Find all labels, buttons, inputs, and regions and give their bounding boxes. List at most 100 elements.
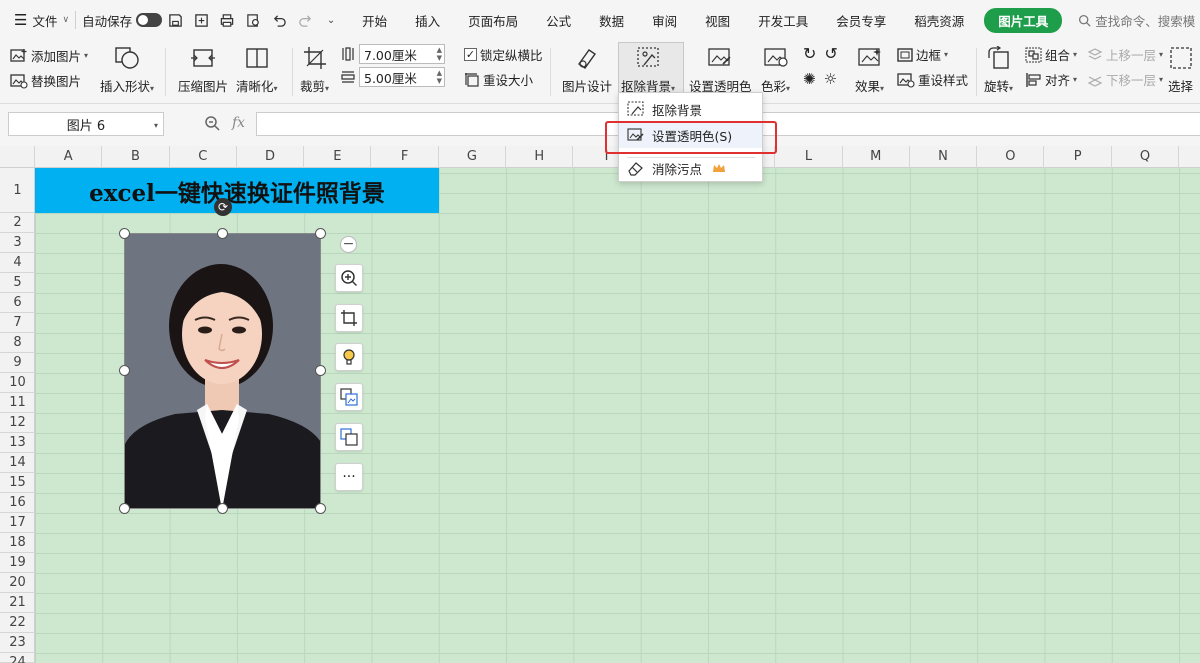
row-header-13[interactable]: 13 <box>0 433 35 453</box>
column-header-c[interactable]: C <box>170 146 237 168</box>
undo-button[interactable] <box>266 0 292 40</box>
row-header-19[interactable]: 19 <box>0 553 35 573</box>
tab-picture-tools[interactable]: 图片工具 <box>984 7 1063 33</box>
add-picture-button[interactable]: 添加图片 ▾ <box>10 46 88 65</box>
tab-developer[interactable]: 开发工具 <box>744 0 822 40</box>
row-header-11[interactable]: 11 <box>0 393 35 413</box>
insert-shape-button[interactable]: 插入形状▾ <box>100 44 154 95</box>
column-header-b[interactable]: B <box>102 146 170 168</box>
command-search[interactable]: 查找命令、搜索模 <box>1078 0 1195 40</box>
row-header-18[interactable]: 18 <box>0 533 35 553</box>
rotate-button[interactable]: 旋转▾ <box>984 44 1013 95</box>
sharpen-button[interactable]: 清晰化▾ <box>236 44 278 95</box>
border-button[interactable]: 边框 ▾ <box>897 45 948 64</box>
column-header-p[interactable]: P <box>1045 146 1112 168</box>
row-header-2[interactable]: 2 <box>0 213 35 233</box>
fx-icon[interactable]: fx <box>232 115 245 131</box>
set-transparent-button[interactable]: 设置透明色 <box>689 44 752 95</box>
tab-member[interactable]: 会员专享 <box>822 0 900 40</box>
tab-data[interactable]: 数据 <box>585 0 638 40</box>
row-header-17[interactable]: 17 <box>0 513 35 533</box>
menu-item-remove-blemish[interactable]: 消除污点 <box>619 155 762 181</box>
row-header-7[interactable]: 7 <box>0 313 35 333</box>
lock-ratio-checkbox[interactable]: ✓ 锁定纵横比 <box>464 45 543 64</box>
bring-forward-button[interactable]: 上移一层 ▾ <box>1087 45 1163 64</box>
column-header-h[interactable]: H <box>506 146 574 168</box>
print-button[interactable] <box>214 0 240 40</box>
color-button[interactable]: 色彩▾ <box>761 44 790 95</box>
redo-button[interactable] <box>292 0 318 40</box>
tab-docer[interactable]: 稻壳资源 <box>900 0 978 40</box>
resize-handle[interactable] <box>315 228 326 239</box>
more-tools-button[interactable]: ··· <box>335 463 363 491</box>
column-header-m[interactable]: M <box>843 146 910 168</box>
menu-item-remove-background[interactable]: 抠除背景 <box>619 96 762 122</box>
crop-button[interactable]: 裁剪▾ <box>300 44 329 95</box>
row-header-23[interactable]: 23 <box>0 633 35 653</box>
row-header-20[interactable]: 20 <box>0 573 35 593</box>
rotate-handle-icon[interactable]: ⟳ <box>214 198 232 216</box>
resize-handle[interactable] <box>217 503 228 514</box>
column-header-f[interactable]: F <box>372 146 439 168</box>
export-pdf-button[interactable] <box>188 0 214 40</box>
picture-design-button[interactable]: 图片设计 <box>562 44 612 95</box>
group-button[interactable]: 组合 ▾ <box>1025 45 1077 64</box>
picture-translate-button[interactable] <box>335 423 363 451</box>
row-header-24[interactable]: 24 <box>0 653 35 663</box>
name-box[interactable]: 图片 6 ▾ <box>8 112 164 136</box>
reset-style-button[interactable]: 重设样式 <box>897 70 968 89</box>
remove-background-button[interactable]: 抠除背景▾ <box>621 44 675 95</box>
effects-button[interactable]: 效果▾ <box>855 44 884 95</box>
width-input[interactable]: 7.00厘米 ▲ ▼ <box>359 44 445 64</box>
smart-tool-button[interactable] <box>335 343 363 371</box>
column-header-g[interactable]: G <box>439 146 507 168</box>
rotate-right-icon[interactable]: ↺ <box>824 44 837 63</box>
rotate-left-icon[interactable]: ↻ <box>803 44 816 63</box>
column-header-q[interactable]: Q <box>1112 146 1180 168</box>
collapse-toolbar-icon[interactable]: − <box>340 236 357 253</box>
tab-page-layout[interactable]: 页面布局 <box>454 0 532 40</box>
spinner-arrows-icon[interactable]: ▲ ▼ <box>437 69 444 85</box>
file-menu[interactable]: ☰ 文件 ∨ <box>0 0 69 40</box>
row-header-12[interactable]: 12 <box>0 413 35 433</box>
column-header-e[interactable]: E <box>304 146 372 168</box>
reset-size-button[interactable]: 重设大小 <box>464 70 533 89</box>
tab-review[interactable]: 审阅 <box>638 0 691 40</box>
column-header-o[interactable]: O <box>977 146 1045 168</box>
autosave-toggle[interactable]: 自动保存 <box>82 0 163 40</box>
resize-handle[interactable] <box>119 228 130 239</box>
row-header-21[interactable]: 21 <box>0 593 35 613</box>
row-header-4[interactable]: 4 <box>0 253 35 273</box>
quick-access-more-button[interactable]: ⌄ <box>318 0 344 40</box>
tab-view[interactable]: 视图 <box>691 0 744 40</box>
row-header-22[interactable]: 22 <box>0 613 35 633</box>
save-button[interactable] <box>162 0 188 40</box>
print-preview-button[interactable] <box>240 0 266 40</box>
resize-handle[interactable] <box>315 503 326 514</box>
zoom-in-button[interactable] <box>335 264 363 292</box>
column-header-d[interactable]: D <box>237 146 305 168</box>
row-header-6[interactable]: 6 <box>0 293 35 313</box>
resize-handle[interactable] <box>119 503 130 514</box>
replace-picture-button[interactable]: 替换图片 <box>10 71 81 90</box>
title-cell[interactable]: excel一键快速换证件照背景 <box>35 168 439 213</box>
column-header-a[interactable]: A <box>35 146 103 168</box>
row-header-3[interactable]: 3 <box>0 233 35 253</box>
send-backward-button[interactable]: 下移一层 ▾ <box>1087 70 1163 89</box>
resize-handle[interactable] <box>119 365 130 376</box>
resize-handle[interactable] <box>217 228 228 239</box>
row-header-8[interactable]: 8 <box>0 333 35 353</box>
column-header-l[interactable]: L <box>775 146 843 168</box>
row-header-5[interactable]: 5 <box>0 273 35 293</box>
row-header-10[interactable]: 10 <box>0 373 35 393</box>
id-photo[interactable] <box>124 233 321 509</box>
row-header-1[interactable]: 1 <box>0 168 35 213</box>
align-button[interactable]: 对齐 ▾ <box>1025 70 1077 89</box>
tab-home[interactable]: 开始 <box>348 0 401 40</box>
zoom-icon[interactable] <box>204 115 220 131</box>
tab-formulas[interactable]: 公式 <box>532 0 585 40</box>
resize-handle[interactable] <box>315 365 326 376</box>
row-header-9[interactable]: 9 <box>0 353 35 373</box>
column-header-n[interactable]: N <box>910 146 978 168</box>
tab-insert[interactable]: 插入 <box>401 0 454 40</box>
